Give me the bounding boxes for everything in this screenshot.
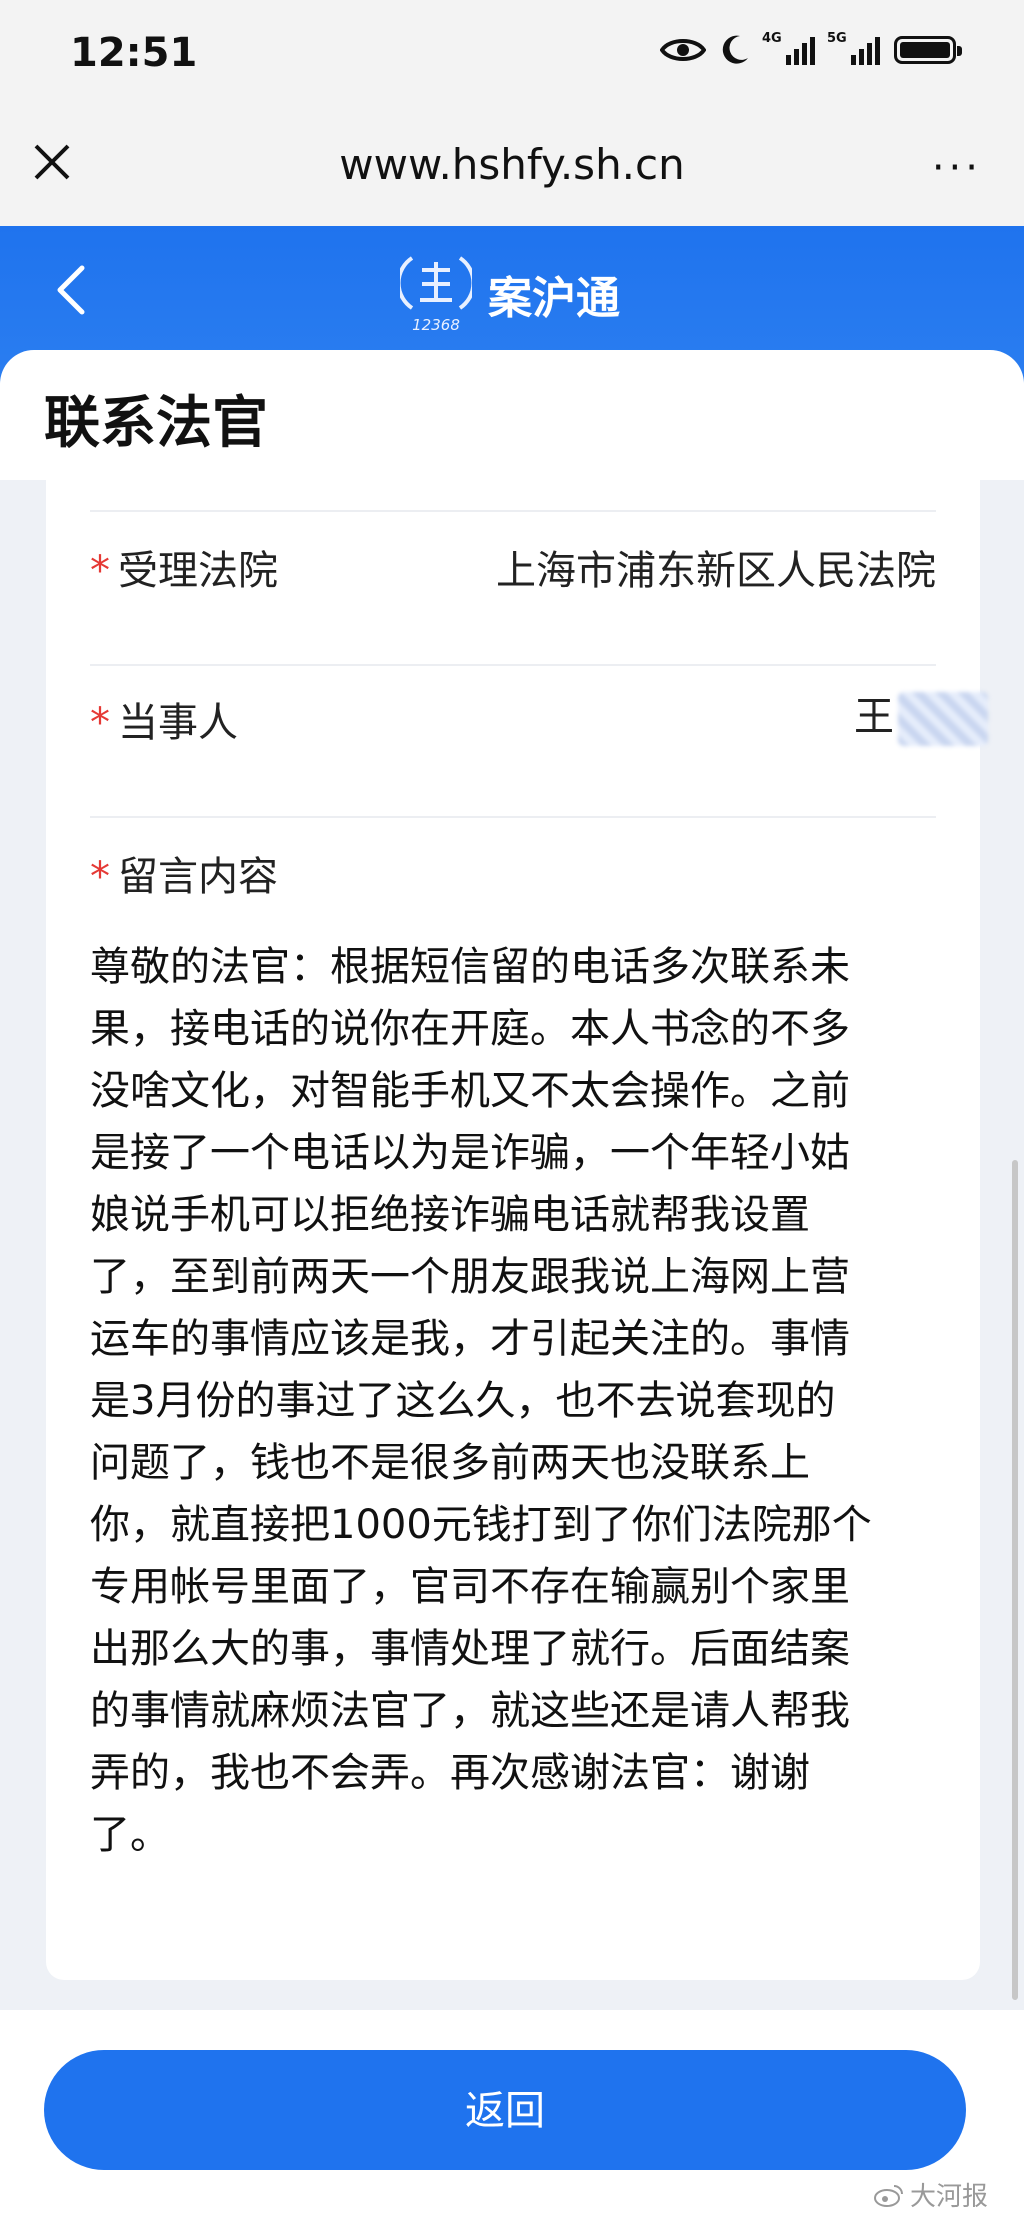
eye-icon [660, 39, 706, 61]
row-divider [90, 816, 936, 818]
redaction-mask [898, 692, 988, 746]
logo-text: 12368 [412, 316, 460, 334]
status-time: 12:51 [70, 30, 198, 76]
row-divider [90, 664, 936, 666]
message-line: 出那么大的事，事情处理了就行。后面结案 [90, 1626, 850, 1672]
message-line: 娘说手机可以拒绝接诈骗电话就帮我设置 [90, 1192, 810, 1238]
watermark: 大河报 [873, 2176, 988, 2213]
party-name: 王 [854, 694, 894, 740]
message-line: 你，就直接把1000元钱打到了你们法院那个 [90, 1502, 872, 1548]
chevron-left-icon[interactable] [52, 262, 92, 318]
message-line: 是3月份的事过了这么久，也不去说套现的 [90, 1378, 836, 1424]
message-content: 尊敬的法官：根据短信留的电话多次联系未 果，接电话的说你在开庭。本人书念的不多 没啥… [90, 936, 962, 1866]
message-line: 了，至到前两天一个朋友跟我说上海网上营 [90, 1254, 850, 1300]
app-title: 案沪通 [488, 273, 620, 324]
scrollbar[interactable] [1012, 1160, 1018, 2000]
browser-url[interactable]: www.hshfy.sh.cn [0, 140, 1024, 189]
party-field-value: 王 [854, 684, 988, 746]
message-line: 了。 [90, 1812, 170, 1858]
weibo-icon [873, 2184, 903, 2207]
message-field-label: * 留言内容 [90, 854, 278, 900]
status-icons: 4G 5G [660, 31, 962, 66]
message-line: 弄的，我也不会弄。再次感谢法官：谢谢 [90, 1750, 810, 1796]
message-line: 的事情就麻烦法官了，就这些还是请人帮我 [90, 1688, 850, 1734]
message-line: 没啥文化，对智能手机又不太会操作。之前 [90, 1068, 850, 1114]
battery-icon [894, 36, 962, 64]
message-line: 果，接电话的说你在开庭。本人书念的不多 [90, 1006, 850, 1052]
message-line: 问题了，钱也不是很多前两天也没联系上 [90, 1440, 810, 1486]
footer: 返回 [0, 2010, 1024, 2219]
return-button[interactable]: 返回 [44, 2050, 966, 2170]
network-1-label: 4G [762, 31, 782, 46]
page-card: 联系法官 * 受理法院 上海市浦东新区人民法院 * 当事人 王 * 留言内容 尊敬的法… [0, 350, 1024, 2010]
signal-4g-icon: 4G [762, 31, 815, 65]
message-line: 尊敬的法官：根据短信留的电话多次联系未 [90, 944, 850, 990]
court-field-value: 上海市浦东新区人民法院 [496, 548, 936, 594]
court-emblem-icon: 12368 [400, 256, 472, 334]
status-bar: 12:51 4G 5G [0, 0, 1024, 120]
party-field-label: * 当事人 [90, 700, 238, 746]
moon-icon [722, 35, 748, 64]
row-divider [90, 510, 936, 512]
form-card: * 受理法院 上海市浦东新区人民法院 * 当事人 王 * 留言内容 尊敬的法官：根据短… [46, 480, 988, 1980]
more-menu-button[interactable]: ··· [932, 145, 982, 191]
message-line: 运车的事情应该是我，才引起关注的。事情 [90, 1316, 850, 1362]
network-2-label: 5G [827, 31, 847, 46]
message-line: 专用帐号里面了，官司不存在输赢别个家里 [90, 1564, 850, 1610]
watermark-text: 大河报 [909, 2182, 988, 2212]
browser-bar: www.hshfy.sh.cn ··· [0, 120, 1024, 226]
message-line: 是接了一个电话以为是诈骗，一个年轻小姑 [90, 1130, 850, 1176]
signal-5g-icon: 5G [827, 31, 880, 65]
court-field-label: * 受理法院 [90, 548, 278, 594]
page-title: 联系法官 [44, 391, 268, 456]
